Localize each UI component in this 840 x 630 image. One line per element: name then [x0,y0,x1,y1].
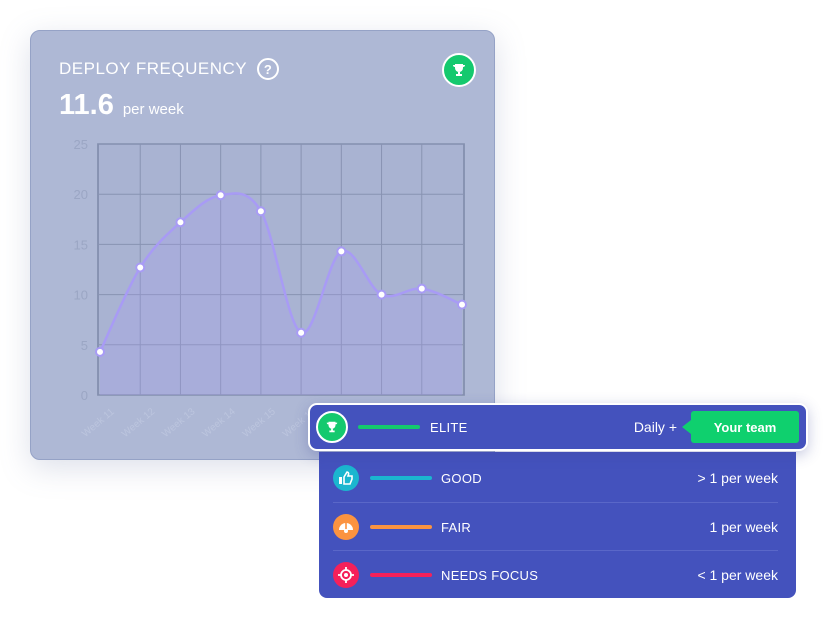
trophy-icon [316,411,348,443]
data-point [336,246,347,257]
y-tick-label: 15 [74,237,88,252]
legend-value: > 1 per week [697,470,778,486]
card-title-text: DEPLOY FREQUENCY [59,59,248,78]
x-tick-label: Week 13 [160,406,197,440]
data-point [175,217,186,228]
data-point [457,299,467,310]
target-icon [333,562,359,588]
legend-line [358,425,420,429]
card-title: DEPLOY FREQUENCY ? [59,58,280,80]
legend-line [370,573,432,577]
your-team-tag: Your team [682,411,799,443]
data-point [215,190,226,201]
legend-value: 1 per week [709,519,778,535]
trophy-icon [442,53,476,87]
x-tick-label: Week 12 [120,406,157,440]
data-point [296,327,307,338]
data-point [135,262,146,273]
legend-row-fair: FAIR 1 per week [333,502,778,551]
y-tick-label: 25 [74,137,88,152]
metric: 11.6 per week [59,89,184,122]
metric-value: 11.6 [59,89,114,121]
y-tick-label: 0 [81,388,88,403]
x-tick-label: Week 14 [200,406,237,440]
thumbs-up-icon [333,465,359,491]
y-tick-label: 5 [81,338,88,353]
data-point [95,346,105,357]
data-point [376,289,387,300]
legend-value: Daily + [633,419,677,435]
gauge-icon [333,514,359,540]
legend-label: GOOD [441,470,482,486]
deploy-frequency-card: 0 5 10 15 20 25 Week 11 Week 12 Week 13 Week 14 We… [30,30,495,460]
legend-row-elite: ELITE Daily + Your team [308,403,808,451]
y-tick-label: 20 [74,187,88,202]
legend-label: ELITE [430,419,468,435]
legend-label: FAIR [441,519,472,535]
legend-line [370,525,432,529]
legend-row-good: GOOD > 1 per week [333,454,778,502]
legend-row-needs-focus: NEEDS FOCUS < 1 per week [333,550,778,599]
legend-label: NEEDS FOCUS [441,567,539,583]
data-point [255,206,266,217]
help-icon[interactable]: ? [257,58,280,80]
legend-line [370,476,432,480]
data-point [416,283,427,294]
y-tick-label: 10 [74,288,88,303]
legend-value: < 1 per week [697,567,778,583]
x-tick-label: Week 11 [80,406,117,439]
metric-unit: per week [122,101,184,118]
x-tick-label: Week 15 [241,406,278,440]
performance-legend: GOOD > 1 per week FAIR 1 per week NEEDS … [319,452,796,598]
